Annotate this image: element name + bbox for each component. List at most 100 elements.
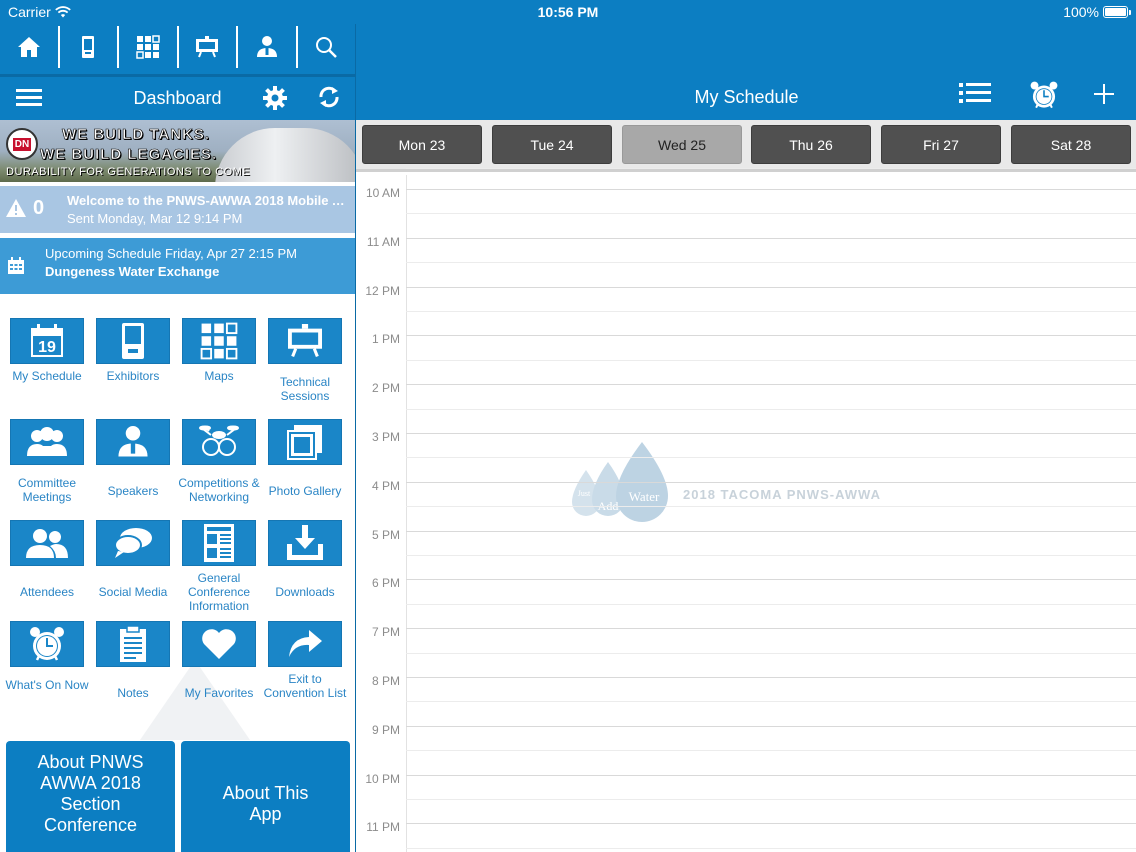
half-hour-line bbox=[406, 168, 1136, 169]
document-info-icon bbox=[204, 524, 234, 562]
tile-competitions-networking[interactable]: Competitions & Networking bbox=[172, 419, 260, 519]
settings-button[interactable] bbox=[262, 85, 288, 116]
hour-label: 6 PM bbox=[371, 576, 400, 591]
tile-icon-box bbox=[96, 318, 170, 364]
half-hour-line bbox=[406, 799, 1136, 800]
hour-line bbox=[406, 677, 1136, 678]
tile-label: Exhibitors bbox=[106, 369, 160, 383]
tile-icon-box bbox=[96, 419, 170, 465]
hour-line bbox=[406, 823, 1136, 825]
tile-icon-box bbox=[96, 621, 170, 667]
plus-icon bbox=[1094, 84, 1114, 104]
day-tab-thu[interactable]: Thu 26 bbox=[751, 125, 871, 164]
hour-line bbox=[406, 286, 1136, 288]
half-hour-line bbox=[406, 262, 1136, 264]
alert-notification[interactable]: 0 Welcome to the PNWS-AWWA 2018 Mobile A… bbox=[0, 186, 355, 233]
hour-label: 11 PM bbox=[366, 820, 400, 835]
nav-technical-sessions[interactable] bbox=[179, 26, 238, 68]
hour-label: 10 AM bbox=[365, 186, 400, 200]
tablet-icon bbox=[82, 36, 95, 58]
nav-search[interactable] bbox=[298, 26, 356, 68]
tile-label: Exit to Convention List bbox=[263, 672, 347, 700]
nav-home[interactable] bbox=[0, 26, 60, 68]
battery-percent: 100% bbox=[1063, 4, 1099, 20]
hour-label: 9 PM bbox=[371, 722, 400, 737]
upcoming-datetime: Upcoming Schedule Friday, Apr 27 2:15 PM bbox=[45, 246, 297, 261]
banner-line-1: WE BUILD TANKS. bbox=[62, 126, 211, 144]
drums-icon bbox=[199, 425, 239, 456]
schedule-title: My Schedule bbox=[694, 87, 799, 107]
schedule-header: My Schedule bbox=[356, 24, 1136, 120]
about-conference-button[interactable]: About PNWS AWWA 2018 Section Conference bbox=[6, 741, 175, 852]
hour-line bbox=[406, 530, 1136, 532]
half-hour-line bbox=[406, 457, 1136, 459]
status-right: 100% bbox=[1063, 4, 1131, 20]
tile-exit-convention-list[interactable]: Exit to Convention List bbox=[258, 621, 346, 721]
hour-line bbox=[406, 335, 1136, 337]
alarm-clock-icon bbox=[30, 627, 64, 661]
home-icon bbox=[17, 37, 40, 57]
qr-grid-icon bbox=[200, 322, 238, 360]
people-icon bbox=[26, 529, 68, 558]
upcoming-schedule[interactable]: Upcoming Schedule Friday, Apr 27 2:15 PM… bbox=[0, 238, 355, 294]
alarm-button[interactable] bbox=[1028, 80, 1060, 115]
status-bar: Carrier 10:56 PM 100% bbox=[0, 0, 1136, 24]
hour-line bbox=[406, 628, 1136, 630]
tile-general-conference-information[interactable]: General Conference Information bbox=[172, 520, 258, 620]
about-conference-label: About PNWS AWWA 2018 Section Conference bbox=[37, 752, 144, 835]
tile-notes[interactable]: Notes bbox=[86, 621, 172, 721]
tile-downloads[interactable]: Downloads bbox=[258, 520, 344, 620]
tile-speakers[interactable]: Speakers bbox=[86, 419, 172, 519]
half-hour-line bbox=[406, 506, 1136, 508]
tile-icon-box bbox=[268, 318, 342, 364]
tile-exhibitors[interactable]: Exhibitors bbox=[86, 318, 172, 418]
speaker-icon bbox=[256, 36, 277, 57]
watermark-word-1: Just bbox=[578, 489, 591, 498]
nav-speakers[interactable] bbox=[238, 26, 298, 68]
alert-sent-time: Sent Monday, Mar 12 9:14 PM bbox=[67, 211, 243, 226]
sponsor-banner[interactable]: DN WE BUILD TANKS. WE BUILD LEGACIES. DU… bbox=[0, 120, 355, 182]
tile-my-schedule[interactable]: 19 My Schedule bbox=[0, 318, 86, 418]
day-tab-tue[interactable]: Tue 24 bbox=[492, 125, 612, 164]
hour-line bbox=[406, 237, 1136, 239]
tile-social-media[interactable]: Social Media bbox=[86, 520, 172, 620]
watermark-word-3: Water bbox=[629, 489, 660, 504]
tile-label: Technical Sessions bbox=[279, 375, 331, 403]
alarm-clock-icon bbox=[1030, 81, 1058, 109]
banner-line-2: WE BUILD LEGACIES. bbox=[40, 146, 218, 164]
refresh-button[interactable] bbox=[317, 85, 341, 114]
nav-maps[interactable] bbox=[119, 26, 179, 68]
day-tab-fri[interactable]: Fri 27 bbox=[881, 125, 1001, 164]
tile-photo-gallery[interactable]: Photo Gallery bbox=[258, 419, 344, 519]
day-selector: Mon 23 Tue 24 Wed 25 Thu 26 Fri 27 Sat 2… bbox=[356, 120, 1136, 172]
tile-label: Competitions & Networking bbox=[178, 476, 260, 504]
tile-label: Attendees bbox=[19, 585, 75, 599]
battery-icon bbox=[1103, 6, 1131, 18]
day-tab-wed[interactable]: Wed 25 bbox=[622, 125, 742, 164]
tile-my-favorites[interactable]: My Favorites bbox=[172, 621, 258, 721]
half-hour-line bbox=[406, 311, 1136, 312]
nav-exhibitors[interactable] bbox=[60, 26, 119, 68]
dashboard-header: Dashboard bbox=[0, 74, 355, 120]
tile-maps[interactable]: Maps bbox=[172, 318, 258, 418]
tile-icon-box bbox=[10, 520, 84, 566]
tile-label: Photo Gallery bbox=[268, 484, 342, 498]
gear-icon bbox=[263, 86, 287, 110]
hour-label: 1 PM bbox=[371, 332, 400, 347]
tile-icon-box bbox=[182, 621, 256, 667]
clipboard-icon bbox=[120, 625, 146, 662]
list-view-button[interactable] bbox=[959, 82, 991, 109]
tile-technical-sessions[interactable]: Technical Sessions bbox=[258, 318, 344, 418]
hour-label: 5 PM bbox=[371, 527, 400, 542]
add-event-button[interactable] bbox=[1092, 82, 1116, 111]
about-app-button[interactable]: About This App bbox=[181, 741, 350, 852]
tile-committee-meetings[interactable]: Committee Meetings bbox=[0, 419, 86, 519]
tile-attendees[interactable]: Attendees bbox=[0, 520, 86, 620]
tile-whats-on-now[interactable]: What's On Now bbox=[0, 621, 88, 721]
day-timeline[interactable]: Just Add Water 2018 TACOMA PNWS-AWWA 10 … bbox=[356, 168, 1136, 852]
day-tab-sat[interactable]: Sat 28 bbox=[1011, 125, 1131, 164]
group-icon bbox=[27, 427, 67, 456]
day-tab-mon[interactable]: Mon 23 bbox=[362, 125, 482, 164]
tile-label: Committee Meetings bbox=[17, 476, 76, 504]
qr-grid-icon bbox=[136, 35, 160, 59]
